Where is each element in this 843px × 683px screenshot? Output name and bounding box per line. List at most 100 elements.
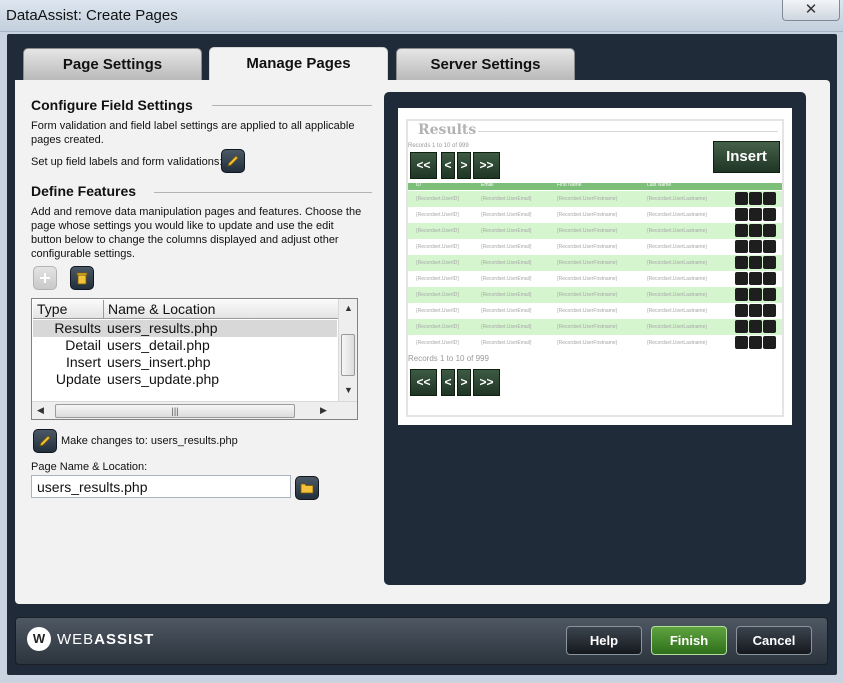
preview-cell: {Recordset.UserFirstname} (557, 260, 618, 266)
page-type: Results (54, 320, 101, 336)
edit-field-settings-button[interactable] (221, 149, 245, 173)
magnifier-icon (735, 272, 748, 285)
preview-header-cell: First Name (557, 182, 582, 188)
page-type: Update (55, 371, 101, 387)
trash-icon (763, 256, 776, 269)
preview-table-row: {Recordset.UserID} {Recordset.UserEmail} {… (408, 223, 782, 239)
scroll-up-icon[interactable]: ▲ (344, 303, 353, 313)
preview-cell: {Recordset.UserLastname} (647, 244, 708, 250)
page-name-input[interactable]: users_results.php (31, 475, 291, 498)
horizontal-scroll-thumb[interactable]: ||| (55, 404, 295, 418)
preview-cell: {Recordset.UserLastname} (647, 196, 708, 202)
make-changes-label: Make changes to: users_results.php (61, 435, 238, 447)
preview-cell: {Recordset.UserID} (416, 340, 460, 346)
preview-title: Results (418, 122, 477, 138)
column-header-location[interactable]: Name & Location (108, 301, 215, 317)
scroll-right-icon[interactable]: ▶ (320, 405, 327, 416)
page-preview: Results Records 1 to 10 of 999 << < > >>… (398, 108, 792, 425)
preview-results-frame: Results Records 1 to 10 of 999 << < > >>… (406, 119, 784, 417)
pencil-icon (749, 256, 762, 269)
edit-page-button[interactable] (33, 429, 57, 453)
tab-server-settings[interactable]: Server Settings (396, 48, 575, 80)
close-window-button[interactable]: ✕ (782, 0, 840, 21)
page-type: Detail (65, 337, 101, 353)
vertical-scrollbar[interactable]: ▲ ▼ (338, 299, 357, 401)
tab-page-settings[interactable]: Page Settings (23, 48, 202, 80)
webassist-logo-mark: W (27, 627, 51, 651)
preview-cell: {Recordset.UserID} (416, 196, 460, 202)
preview-cell: {Recordset.UserEmail} (481, 228, 532, 234)
magnifier-icon (735, 288, 748, 301)
field-settings-description: Form validation and field label settings… (31, 120, 355, 146)
preview-cell: {Recordset.UserID} (416, 292, 460, 298)
finish-button[interactable]: Finish (651, 626, 727, 655)
list-item[interactable]: Results users_results.php (33, 320, 337, 337)
preview-cell: {Recordset.UserLastname} (647, 276, 708, 282)
help-button[interactable]: Help (566, 626, 642, 655)
preview-row-actions (735, 304, 776, 317)
trash-icon (763, 304, 776, 317)
trash-icon (763, 288, 776, 301)
preview-table-row: {Recordset.UserID} {Recordset.UserEmail} {… (408, 207, 782, 223)
list-item[interactable]: Update users_update.php (33, 371, 337, 388)
pencil-icon (749, 208, 762, 221)
add-page-button[interactable] (33, 266, 57, 290)
magnifier-icon (735, 304, 748, 317)
trash-icon (763, 336, 776, 349)
preview-row-actions (735, 320, 776, 333)
trash-icon (763, 320, 776, 333)
vertical-scroll-thumb[interactable] (341, 334, 355, 376)
magnifier-icon (735, 256, 748, 269)
column-header-type[interactable]: Type (37, 301, 67, 317)
preview-table-row: {Recordset.UserID} {Recordset.UserEmail} {… (408, 319, 782, 335)
pencil-icon (749, 192, 762, 205)
preview-table-row: {Recordset.UserID} {Recordset.UserEmail} {… (408, 239, 782, 255)
magnifier-icon (735, 224, 748, 237)
preview-cell: {Recordset.UserID} (416, 324, 460, 330)
preview-table-row: {Recordset.UserID} {Recordset.UserEmail} {… (408, 191, 782, 207)
preview-next-button: > (457, 152, 471, 179)
pages-list[interactable]: Type Name & Location Results users_resul… (31, 298, 358, 420)
trash-icon (763, 224, 776, 237)
preview-records-top: Records 1 to 10 of 999 (408, 143, 469, 149)
webassist-logo: W WEBASSIST (27, 627, 154, 651)
preview-first-button: << (410, 369, 437, 396)
pencil-icon (749, 272, 762, 285)
preview-table-row: {Recordset.UserID} {Recordset.UserEmail} {… (408, 287, 782, 303)
preview-cell: {Recordset.UserLastname} (647, 308, 708, 314)
list-item[interactable]: Detail users_detail.php (33, 337, 337, 354)
pencil-icon (749, 224, 762, 237)
window-title: DataAssist: Create Pages (6, 7, 178, 24)
page-type: Insert (65, 354, 101, 370)
trash-icon (763, 272, 776, 285)
delete-page-button[interactable] (70, 266, 94, 290)
preview-cell: {Recordset.UserLastname} (647, 228, 708, 234)
tab-manage-pages[interactable]: Manage Pages (209, 47, 388, 81)
horizontal-scrollbar[interactable]: ◀ ||| ▶ (32, 401, 357, 419)
browse-folder-button[interactable] (295, 476, 319, 500)
cancel-button[interactable]: Cancel (736, 626, 812, 655)
scroll-left-icon[interactable]: ◀ (37, 405, 44, 416)
preview-cell: {Recordset.UserEmail} (481, 276, 532, 282)
define-features-heading: Define Features (31, 183, 137, 199)
preview-cell: {Recordset.UserEmail} (481, 292, 532, 298)
preview-cell: {Recordset.UserFirstname} (557, 292, 618, 298)
preview-row-actions (735, 256, 776, 269)
preview-cell: {Recordset.UserEmail} (481, 196, 532, 202)
list-item[interactable]: Insert users_insert.php (33, 354, 337, 371)
preview-cell: {Recordset.UserID} (416, 228, 460, 234)
magnifier-icon (735, 208, 748, 221)
preview-cell: {Recordset.UserID} (416, 244, 460, 250)
preview-records-bottom: Records 1 to 10 of 999 (408, 354, 489, 363)
scroll-down-icon[interactable]: ▼ (344, 385, 353, 395)
preview-cell: {Recordset.UserFirstname} (557, 196, 618, 202)
trash-icon (763, 208, 776, 221)
preview-row-actions (735, 336, 776, 349)
preview-header-cell: Last Name (647, 182, 672, 188)
pencil-icon (39, 435, 51, 447)
preview-last-button: >> (473, 369, 500, 396)
preview-cell: {Recordset.UserFirstname} (557, 244, 618, 250)
setup-field-labels-text: Set up field labels and form validations… (31, 156, 223, 168)
preview-first-button: << (410, 152, 437, 179)
preview-cell: {Recordset.UserLastname} (647, 292, 708, 298)
